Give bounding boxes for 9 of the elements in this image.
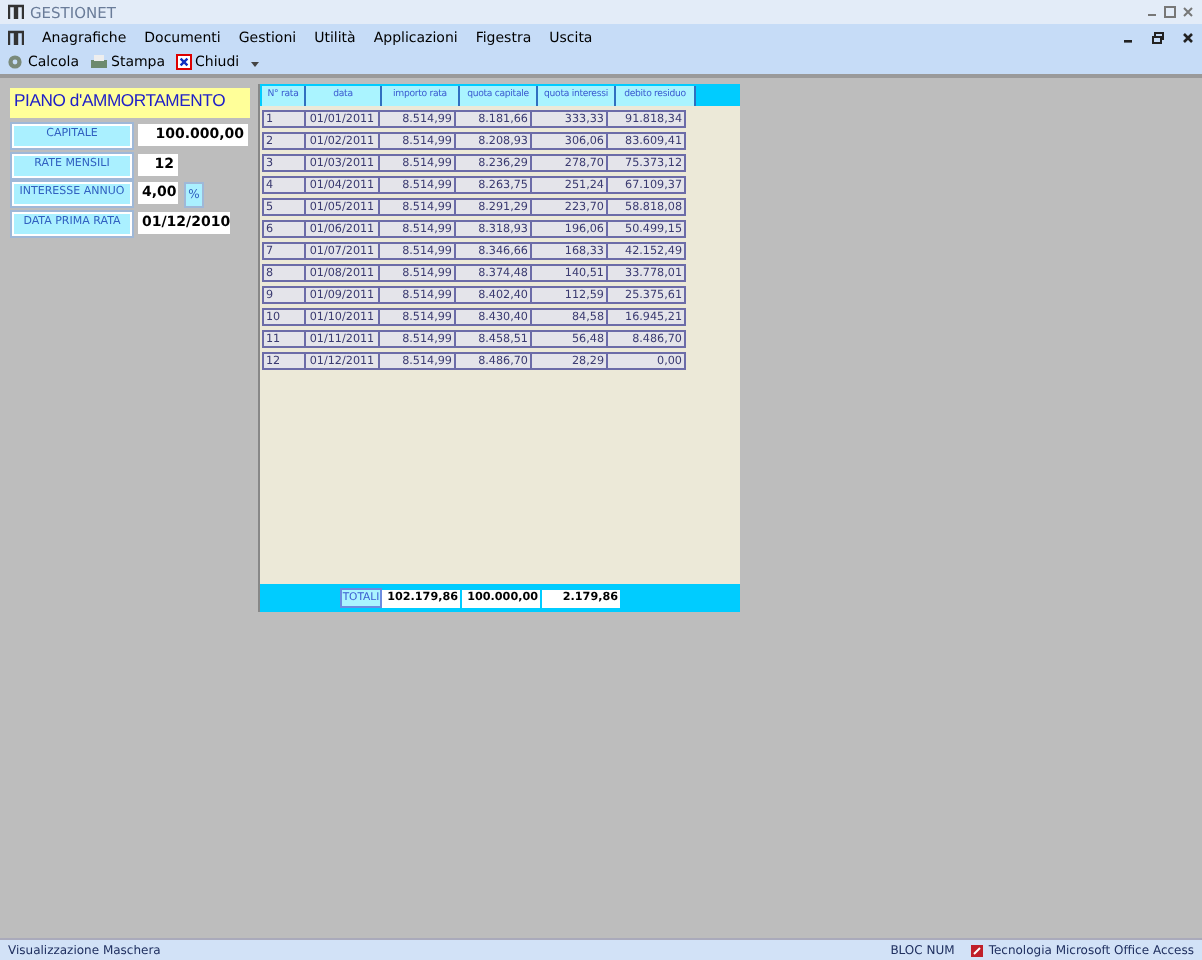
form-title: PIANO d'AMMORTAMENTO: [10, 88, 250, 118]
printer-icon: [89, 54, 107, 70]
close-icon: [175, 54, 192, 70]
dropdown-icon[interactable]: [249, 56, 260, 68]
app-icon: [8, 4, 24, 20]
restore-icon[interactable]: [1152, 31, 1164, 43]
maximize-icon[interactable]: [1164, 6, 1176, 18]
app-icon: [8, 29, 24, 45]
close-icon[interactable]: [1182, 31, 1194, 43]
